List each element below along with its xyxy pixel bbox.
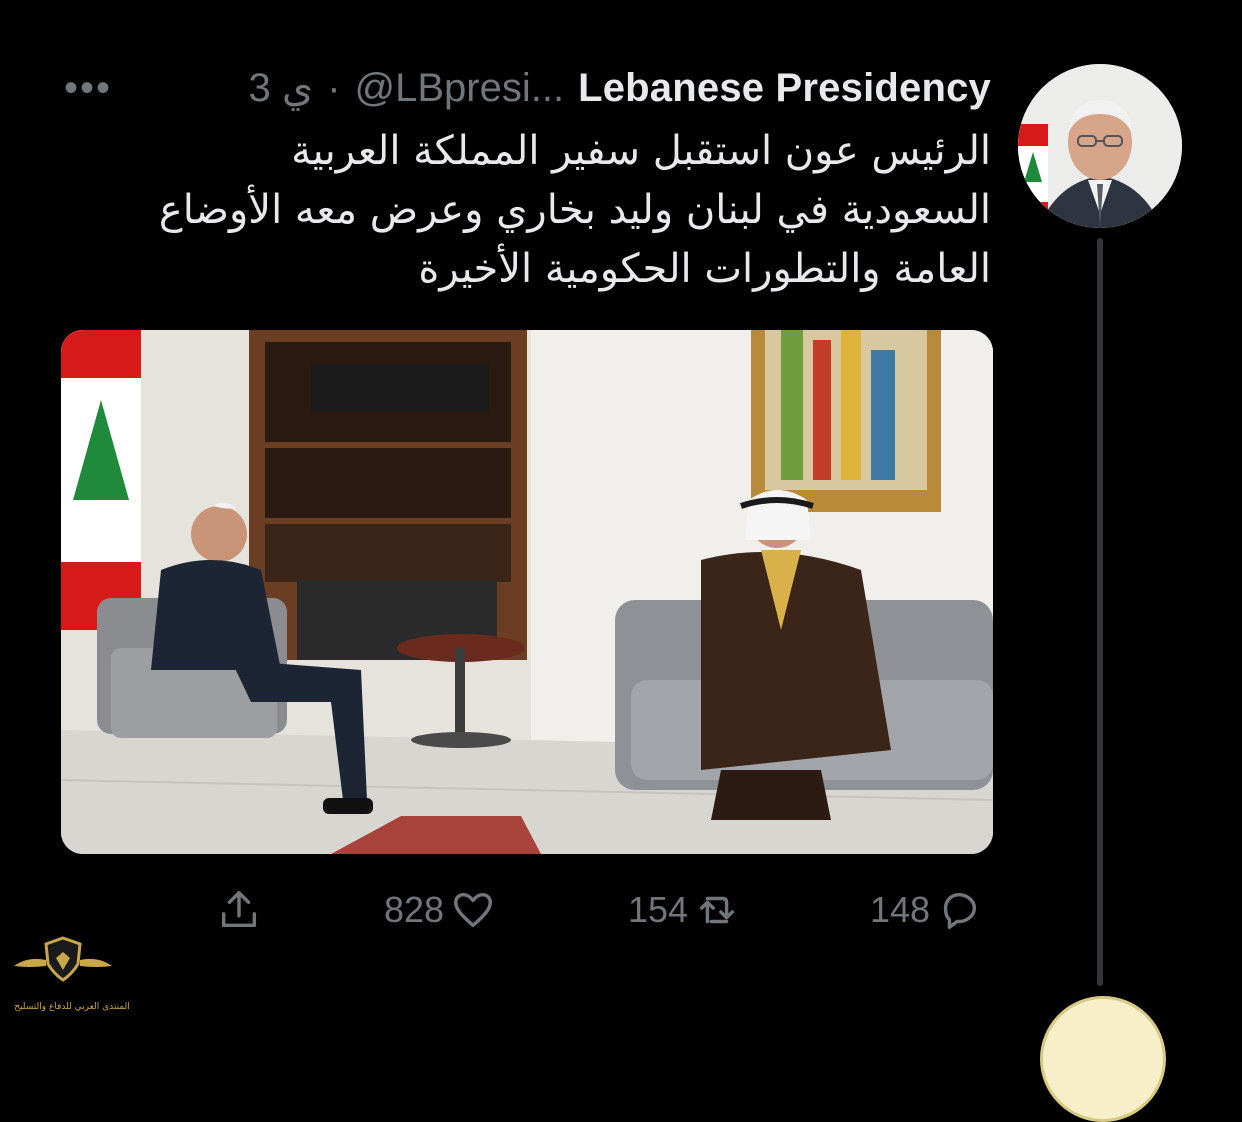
avatar-portrait: [1018, 64, 1182, 228]
thread-line: [1097, 238, 1103, 986]
share-button[interactable]: [216, 882, 262, 938]
tweet-text-line: السعودية في لبنان وليد بخاري وعرض معه ال…: [158, 187, 991, 233]
reply-icon: [943, 892, 977, 929]
heart-icon: [454, 892, 493, 928]
author-avatar[interactable]: [1018, 64, 1182, 228]
tweet-actions: 828 154 148: [0, 882, 1242, 938]
separator-dot: ·: [327, 65, 341, 110]
reply-count: 148: [870, 889, 931, 930]
next-tweet-avatar[interactable]: [1040, 996, 1166, 1122]
user-handle[interactable]: @LBpresi...: [355, 66, 565, 111]
tweet-header: Lebanese Presidency @LBpresi... · 3 ي: [249, 62, 991, 114]
tweet-text: الرئيس عون استقبل سفير المملكة العربية ا…: [51, 122, 991, 299]
watermark-text: المنتدى العربي للدفاع والتسليح: [14, 1002, 130, 1012]
more-options-icon[interactable]: •••: [64, 66, 112, 111]
retweet-count: 154: [628, 889, 689, 930]
tweet-media-photo[interactable]: [61, 330, 993, 854]
display-name[interactable]: Lebanese Presidency: [578, 66, 991, 111]
share-icon: [221, 891, 257, 928]
meeting-photo: [61, 330, 993, 854]
retweet-button[interactable]: 154: [628, 882, 740, 938]
forum-watermark-logo: المنتدى العربي للدفاع والتسليح: [10, 930, 130, 1020]
reply-button[interactable]: 148: [870, 882, 982, 938]
tweet-text-line: الرئيس عون استقبل سفير المملكة العربية: [291, 128, 991, 174]
retweet-icon: [700, 896, 735, 924]
like-count: 828: [384, 889, 445, 930]
like-button[interactable]: 828: [384, 882, 496, 938]
shield-wings-logo: [14, 936, 112, 982]
timestamp[interactable]: 3 ي: [249, 65, 314, 111]
tweet-text-line: العامة والتطورات الحكومية الأخيرة: [418, 246, 991, 292]
